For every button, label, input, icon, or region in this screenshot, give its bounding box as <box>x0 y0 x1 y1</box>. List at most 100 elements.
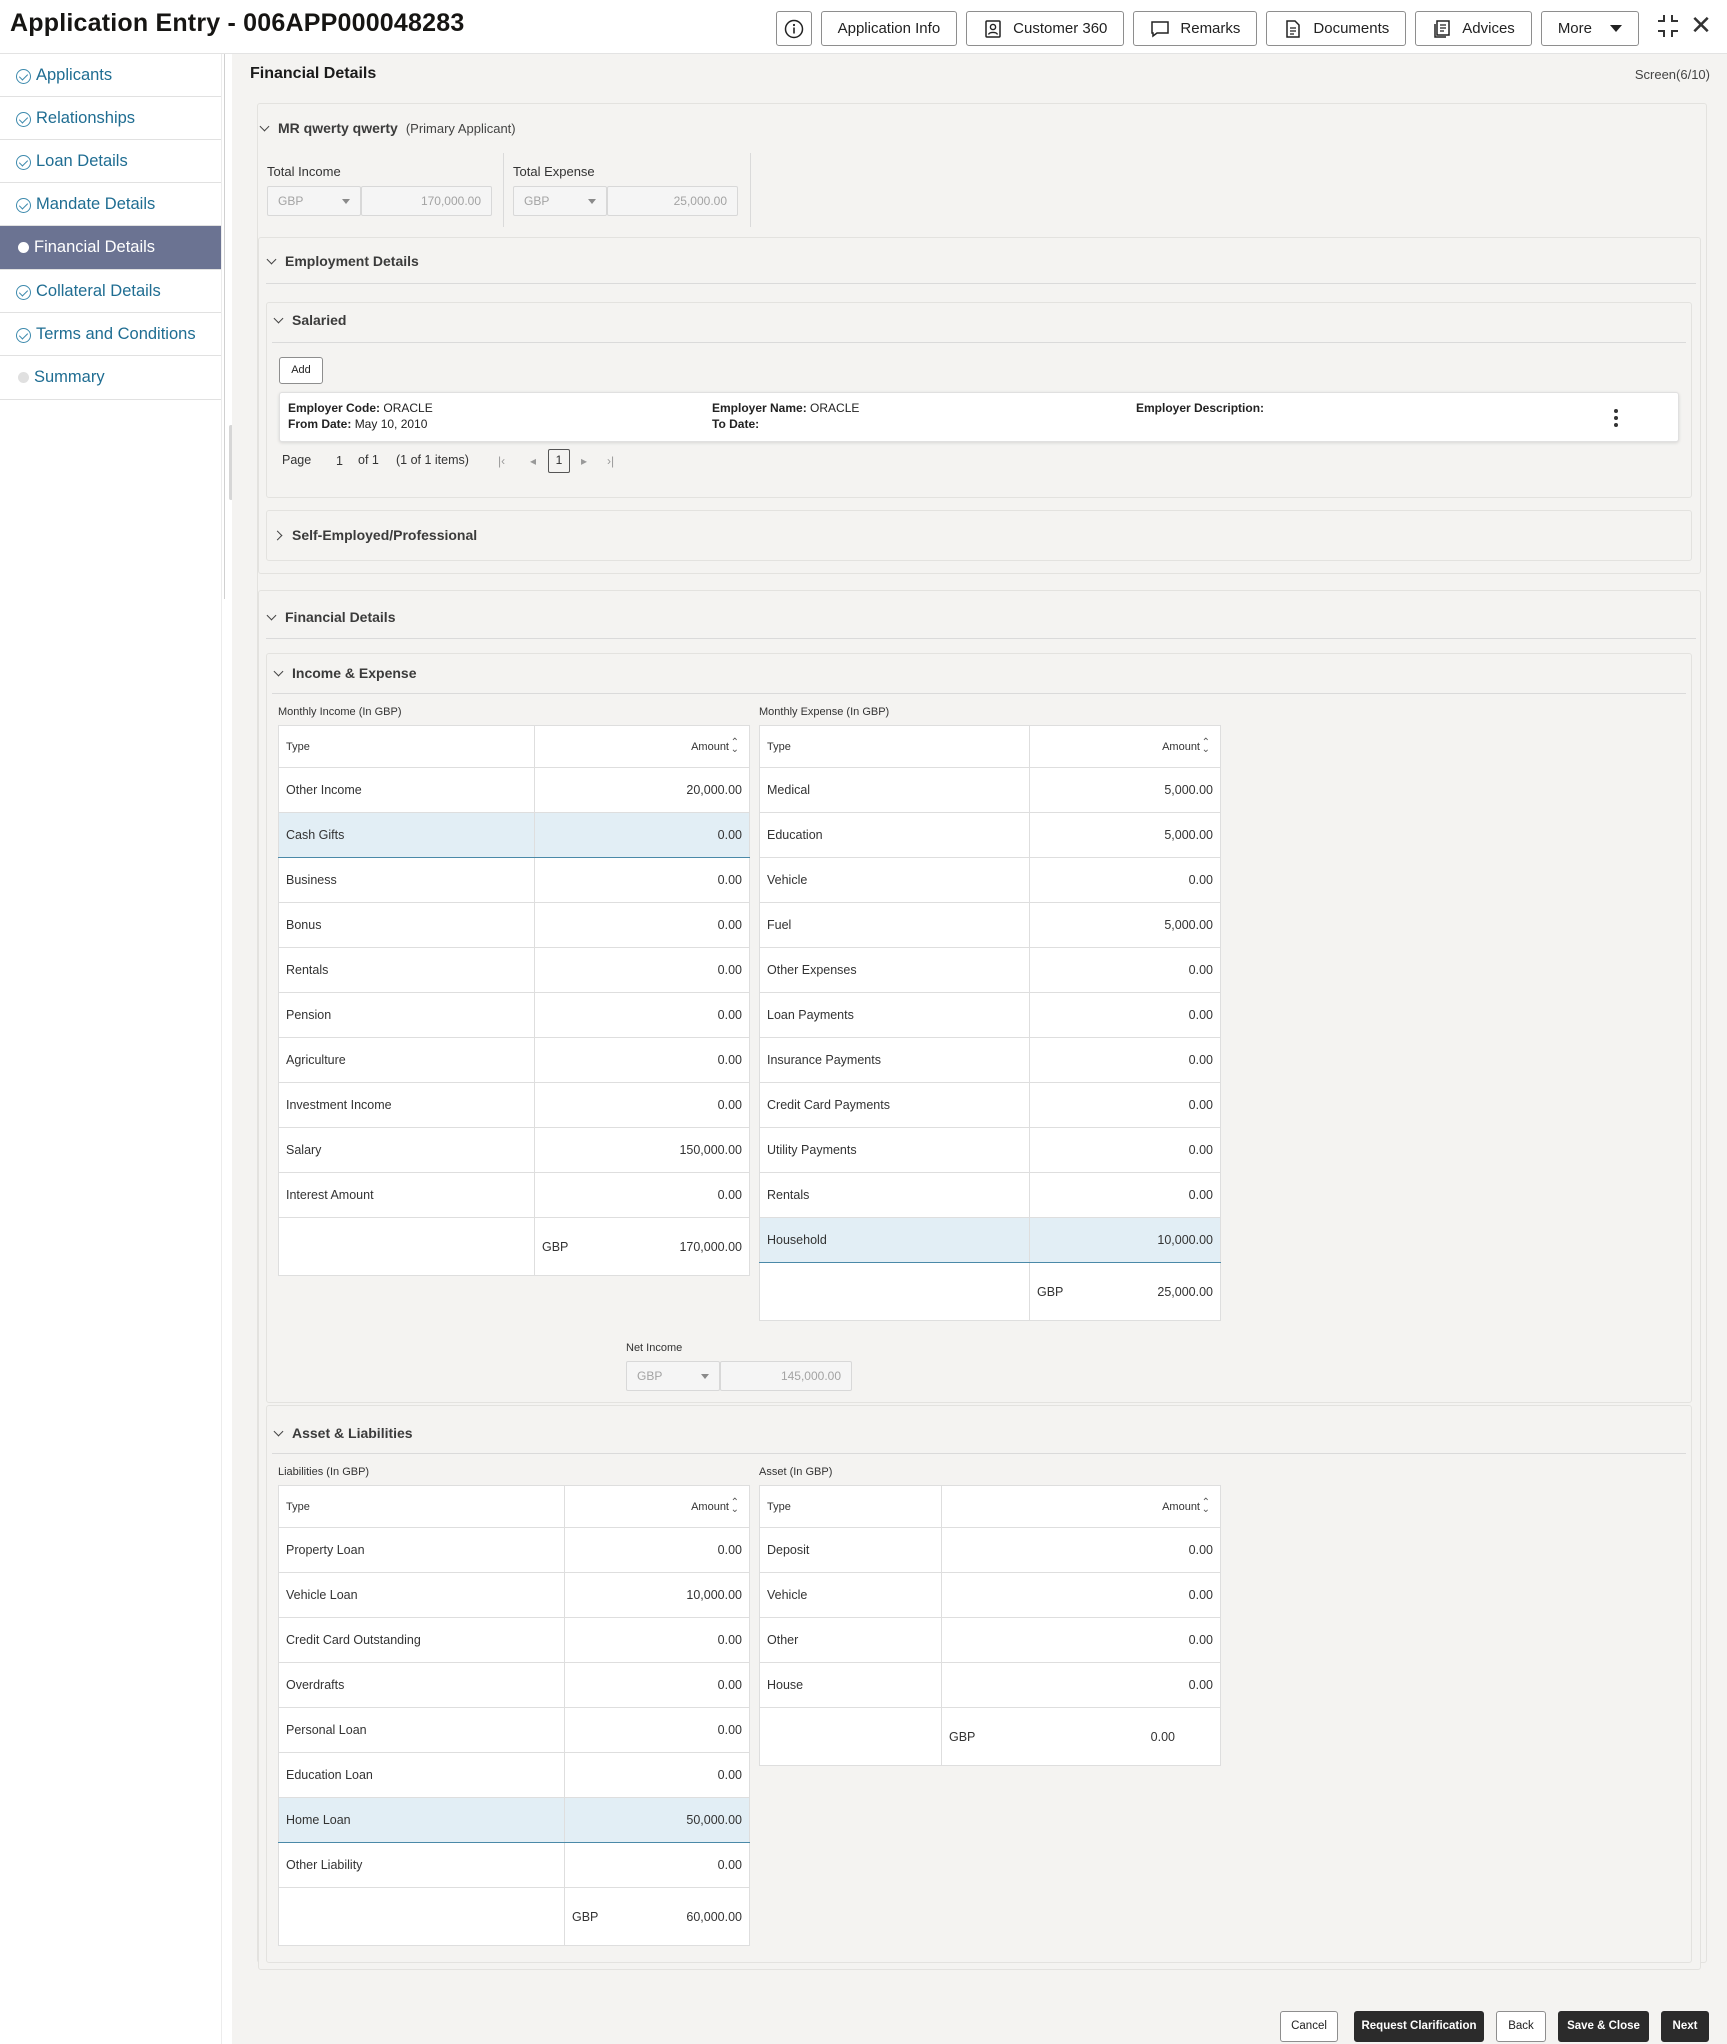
documents-button[interactable]: Documents <box>1266 11 1407 46</box>
close-icon[interactable]: ✕ <box>1689 12 1713 38</box>
table-row[interactable]: Vehicle Loan 10,000.00 <box>278 1572 750 1618</box>
column-header-amount[interactable]: Amount ⌃ ⌄ <box>564 1485 750 1528</box>
table-row[interactable]: Utility Payments 0.00 <box>759 1127 1221 1173</box>
row-amount[interactable]: 0.00 <box>941 1572 1221 1618</box>
income-expense-header[interactable]: Income & Expense <box>274 665 417 681</box>
info-button[interactable] <box>775 11 812 46</box>
self-employed-header[interactable]: Self-Employed/Professional <box>274 527 477 543</box>
first-page-icon[interactable]: |‹ <box>498 454 505 468</box>
more-dropdown[interactable]: More <box>1540 11 1639 46</box>
table-row[interactable]: Home Loan 50,000.00 <box>278 1797 750 1843</box>
save-close-button[interactable]: Save & Close <box>1558 2011 1649 2042</box>
row-amount[interactable]: 0.00 <box>564 1617 750 1663</box>
table-row[interactable]: Vehicle 0.00 <box>759 857 1221 903</box>
table-row[interactable]: Investment Income 0.00 <box>278 1082 750 1128</box>
sidebar-item-loan-details[interactable]: Loan Details <box>0 140 221 183</box>
row-amount[interactable]: 0.00 <box>534 902 750 948</box>
table-row[interactable]: Vehicle 0.00 <box>759 1572 1221 1618</box>
table-row[interactable]: Fuel 5,000.00 <box>759 902 1221 948</box>
prev-page-icon[interactable]: ◂ <box>530 454 536 468</box>
asset-liabilities-header[interactable]: Asset & Liabilities <box>274 1425 413 1441</box>
cancel-button[interactable]: Cancel <box>1280 2011 1338 2042</box>
sidebar-item-summary[interactable]: Summary <box>0 356 221 400</box>
row-amount[interactable]: 10,000.00 <box>564 1572 750 1618</box>
row-amount[interactable]: 20,000.00 <box>534 767 750 813</box>
back-button[interactable]: Back <box>1496 2011 1546 2042</box>
salaried-header[interactable]: Salaried <box>274 312 346 328</box>
table-row[interactable]: Rentals 0.00 <box>759 1172 1221 1218</box>
table-row[interactable]: Education 5,000.00 <box>759 812 1221 858</box>
row-amount[interactable]: 0.00 <box>941 1617 1221 1663</box>
table-row[interactable]: Business 0.00 <box>278 857 750 903</box>
table-row[interactable]: Loan Payments 0.00 <box>759 992 1221 1038</box>
row-amount[interactable]: 50,000.00 <box>564 1797 750 1843</box>
table-row[interactable]: Property Loan 0.00 <box>278 1527 750 1573</box>
row-amount[interactable]: 0.00 <box>1029 1082 1221 1128</box>
financial-details-header[interactable]: Financial Details <box>267 609 395 625</box>
table-row[interactable]: Pension 0.00 <box>278 992 750 1038</box>
row-amount[interactable]: 0.00 <box>534 1082 750 1128</box>
next-page-icon[interactable]: ▸ <box>581 454 587 468</box>
row-amount[interactable]: 5,000.00 <box>1029 767 1221 813</box>
next-button[interactable]: Next <box>1661 2011 1709 2042</box>
advices-button[interactable]: Advices <box>1415 11 1532 46</box>
table-row[interactable]: Other Liability 0.00 <box>278 1842 750 1888</box>
table-row[interactable]: Medical 5,000.00 <box>759 767 1221 813</box>
table-row[interactable]: Household 10,000.00 <box>759 1217 1221 1263</box>
applicant-header[interactable]: MR qwerty qwerty (Primary Applicant) <box>260 120 516 136</box>
row-amount[interactable]: 0.00 <box>1029 992 1221 1038</box>
last-page-icon[interactable]: ›| <box>607 454 614 468</box>
pager-page-input[interactable]: 1 <box>336 454 343 468</box>
row-amount[interactable]: 5,000.00 <box>1029 812 1221 858</box>
sidebar-item-relationships[interactable]: Relationships <box>0 97 221 140</box>
table-row[interactable]: Other Income 20,000.00 <box>278 767 750 813</box>
row-amount[interactable]: 0.00 <box>534 1037 750 1083</box>
application-info-button[interactable]: Application Info <box>820 11 958 46</box>
table-row[interactable]: Other Expenses 0.00 <box>759 947 1221 993</box>
customer-360-button[interactable]: Customer 360 <box>966 11 1125 46</box>
row-amount[interactable]: 0.00 <box>564 1707 750 1753</box>
collapse-window-icon[interactable] <box>1657 14 1679 38</box>
sidebar-item-financial-details[interactable]: Financial Details <box>0 226 221 270</box>
request-clarification-button[interactable]: Request Clarification <box>1354 2011 1484 2042</box>
row-amount[interactable]: 10,000.00 <box>1029 1217 1221 1263</box>
kebab-menu-icon[interactable] <box>1614 409 1618 427</box>
table-row[interactable]: Education Loan 0.00 <box>278 1752 750 1798</box>
sidebar-item-collateral-details[interactable]: Collateral Details <box>0 270 221 313</box>
row-amount[interactable]: 0.00 <box>564 1842 750 1888</box>
row-amount[interactable]: 0.00 <box>564 1662 750 1708</box>
table-row[interactable]: House 0.00 <box>759 1662 1221 1708</box>
add-employment-button[interactable]: Add <box>279 357 323 384</box>
employment-details-header[interactable]: Employment Details <box>267 253 419 269</box>
row-amount[interactable]: 0.00 <box>1029 1127 1221 1173</box>
table-row[interactable]: Bonus 0.00 <box>278 902 750 948</box>
row-amount[interactable]: 0.00 <box>1029 1172 1221 1218</box>
table-row[interactable]: Credit Card Payments 0.00 <box>759 1082 1221 1128</box>
current-page[interactable]: 1 <box>548 449 570 473</box>
row-amount[interactable]: 0.00 <box>1029 947 1221 993</box>
table-row[interactable]: Overdrafts 0.00 <box>278 1662 750 1708</box>
table-row[interactable]: Salary 150,000.00 <box>278 1127 750 1173</box>
sidebar-item-applicants[interactable]: Applicants <box>0 54 221 97</box>
table-row[interactable]: Deposit 0.00 <box>759 1527 1221 1573</box>
table-row[interactable]: Rentals 0.00 <box>278 947 750 993</box>
row-amount[interactable]: 5,000.00 <box>1029 902 1221 948</box>
row-amount[interactable]: 0.00 <box>564 1527 750 1573</box>
table-row[interactable]: Interest Amount 0.00 <box>278 1172 750 1218</box>
row-amount[interactable]: 0.00 <box>534 812 750 858</box>
row-amount[interactable]: 0.00 <box>941 1662 1221 1708</box>
table-row[interactable]: Credit Card Outstanding 0.00 <box>278 1617 750 1663</box>
row-amount[interactable]: 0.00 <box>1029 1037 1221 1083</box>
row-amount[interactable]: 0.00 <box>534 947 750 993</box>
sidebar-item-terms-and-conditions[interactable]: Terms and Conditions <box>0 313 221 356</box>
table-row[interactable]: Insurance Payments 0.00 <box>759 1037 1221 1083</box>
column-header-amount[interactable]: Amount ⌃ ⌄ <box>534 725 750 768</box>
row-amount[interactable]: 150,000.00 <box>534 1127 750 1173</box>
table-row[interactable]: Agriculture 0.00 <box>278 1037 750 1083</box>
row-amount[interactable]: 0.00 <box>534 992 750 1038</box>
remarks-button[interactable]: Remarks <box>1133 11 1258 46</box>
employer-card[interactable]: Employer Code: ORACLE From Date: May 10,… <box>279 392 1679 442</box>
column-header-amount[interactable]: Amount ⌃ ⌄ <box>941 1485 1221 1528</box>
table-row[interactable]: Cash Gifts 0.00 <box>278 812 750 858</box>
sidebar-item-mandate-details[interactable]: Mandate Details <box>0 183 221 226</box>
